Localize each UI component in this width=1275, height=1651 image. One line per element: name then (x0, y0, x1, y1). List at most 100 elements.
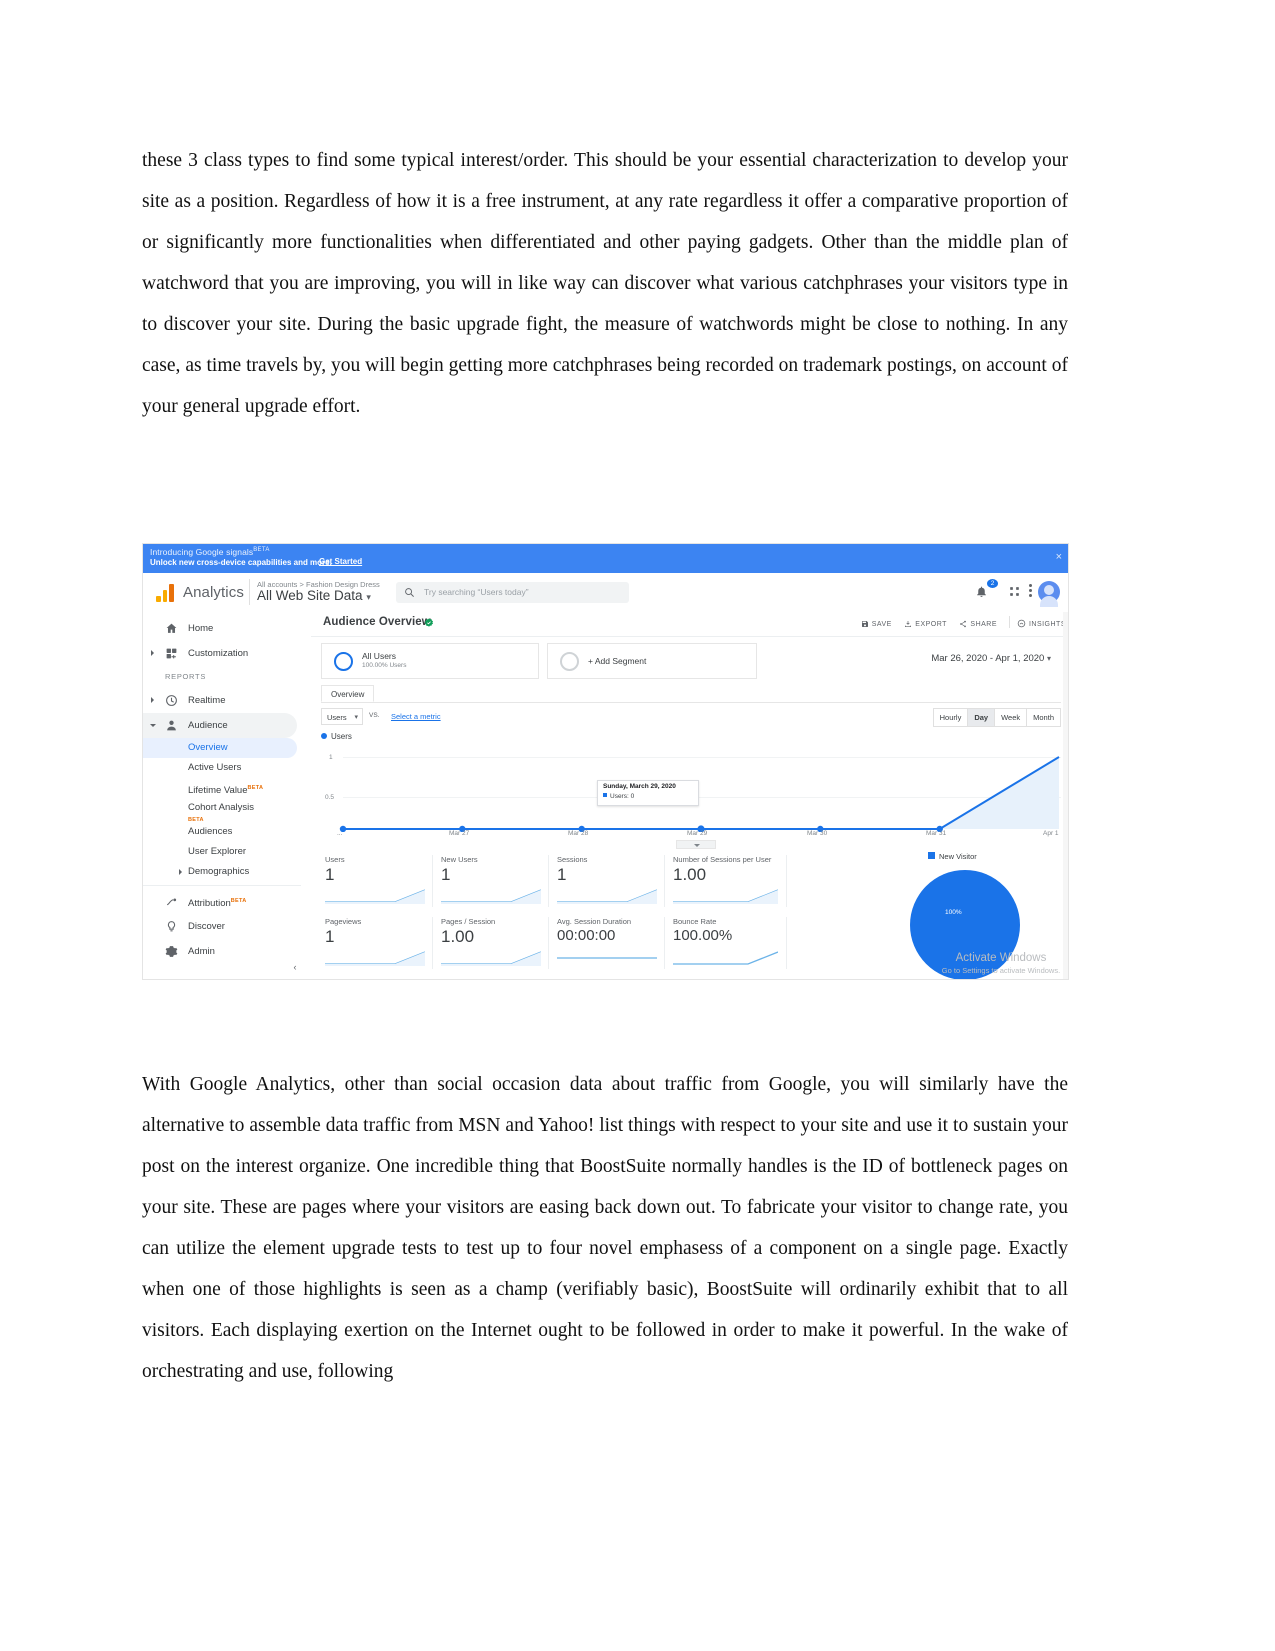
more-vert-icon[interactable] (1029, 584, 1032, 599)
legend-color-swatch (928, 852, 935, 859)
avatar[interactable] (1038, 581, 1060, 607)
sidebar-item-user-explorer[interactable]: User Explorer (143, 842, 311, 862)
tooltip-swatch (603, 793, 607, 797)
segment-all-users[interactable]: All Users 100.00% Users (321, 643, 539, 679)
sidebar: Home Customization REPORTS Realtime Audi… (143, 612, 312, 979)
home-icon (166, 623, 177, 633)
scrollbar[interactable] (1063, 612, 1068, 979)
sparkline (557, 957, 657, 959)
sidebar-item-label: Customization (188, 648, 249, 659)
sidebar-item-label: Home (188, 623, 214, 634)
x-tick-5: Mar 31 (926, 830, 947, 837)
promo-line1-text: Introducing Google signals (150, 547, 254, 557)
save-button[interactable]: SAVE (861, 620, 892, 628)
metric-value: 1 (325, 927, 335, 946)
metric-card-new-users[interactable]: New Users 1 (437, 855, 549, 907)
watermark-line1: Activate Windows (955, 952, 1047, 964)
x-tick-0: ... (337, 830, 343, 837)
new-vs-returning-pie-chart: New Visitor 100% (890, 852, 1060, 979)
chevron-right-icon (151, 650, 154, 656)
granularity-week[interactable]: Week (995, 709, 1028, 726)
granularity-hourly[interactable]: Hourly (934, 709, 969, 726)
sidebar-item-overview[interactable]: Overview (143, 738, 297, 758)
tab-overview[interactable]: Overview (321, 685, 375, 702)
sidebar-nav: Home Customization REPORTS Realtime Audi… (143, 612, 311, 964)
sidebar-item-active-users[interactable]: Active Users (143, 758, 311, 778)
gear-icon (165, 946, 178, 957)
share-icon (960, 620, 967, 628)
metric-value: 100.00% (673, 927, 733, 944)
metric-label: Pageviews (325, 917, 362, 926)
chart-zoom-handle[interactable] (676, 840, 716, 849)
bulb-icon (167, 921, 176, 932)
bell-icon[interactable]: 2 (975, 579, 999, 602)
sidebar-item-customization[interactable]: Customization (143, 641, 311, 666)
pie-slice-label: 100% (945, 909, 962, 916)
granularity-month[interactable]: Month (1027, 709, 1060, 726)
metric-card-sessions[interactable]: Sessions 1 (553, 855, 665, 907)
sidebar-item-lifetime-value[interactable]: Lifetime ValueBETA (143, 778, 311, 798)
sidebar-item-audience[interactable]: Audience (143, 713, 297, 738)
chart-tooltip: Sunday, March 29, 2020 Users: 0 (597, 780, 699, 806)
metric-card-users[interactable]: Users 1 (321, 855, 433, 907)
metric-controls: Users ▾ VS. Select a metric Hourly Day W… (321, 708, 1061, 727)
sidebar-item-realtime[interactable]: Realtime (143, 688, 311, 713)
metric-card-pageviews[interactable]: Pageviews 1 (321, 917, 433, 969)
document-page: these 3 class types to find some typical… (0, 0, 1275, 1651)
date-range-picker[interactable]: Mar 26, 2020 - Apr 1, 2020 ▾ (931, 653, 1051, 664)
sidebar-item-label: Admin (188, 946, 215, 957)
sparkline (673, 889, 778, 904)
google-analytics-screenshot: Introducing Google signalsBETA Unlock ne… (142, 543, 1069, 980)
promo-line1: Introducing Google signalsBETA (150, 547, 270, 557)
share-label: SHARE (970, 621, 998, 628)
chart-legend: Users (321, 732, 352, 741)
granularity-day[interactable]: Day (968, 709, 996, 726)
primary-metric-value: Users (327, 713, 347, 722)
sidebar-subitem-label: Lifetime Value (188, 785, 248, 797)
beta-badge: BETA (247, 785, 264, 791)
person-icon (167, 720, 176, 731)
beta-badge: BETA (230, 898, 247, 904)
product-name: Analytics (183, 584, 244, 601)
export-button[interactable]: EXPORT (904, 620, 947, 628)
sparkline (441, 951, 541, 966)
apps-grid-icon[interactable] (1008, 582, 1028, 602)
property-selector[interactable]: All Web Site Data ▾ (257, 588, 371, 603)
sidebar-item-demographics[interactable]: Demographics (143, 862, 311, 882)
insights-button[interactable]: INSIGHTS (1017, 619, 1066, 628)
metric-value: 1 (557, 865, 567, 884)
attribution-icon (166, 898, 177, 906)
metric-card-sessions-per-user[interactable]: Number of Sessions per User 1.00 (669, 855, 787, 907)
sidebar-item-discover[interactable]: Discover (143, 914, 311, 939)
sidebar-subitem-label: Overview (188, 742, 228, 753)
metric-value: 1.00 (441, 927, 475, 946)
verified-badge-icon (424, 618, 434, 627)
notification-count: 2 (987, 579, 999, 588)
get-started-link[interactable]: Get Started (319, 557, 362, 566)
chevron-down-icon: ▾ (1046, 654, 1051, 663)
sidebar-item-home[interactable]: Home (143, 616, 311, 641)
tooltip-metric-text: Users: 0 (610, 793, 635, 800)
close-icon[interactable]: × (1056, 552, 1062, 563)
add-segment-button[interactable]: + Add Segment (547, 643, 757, 679)
select-a-metric-link[interactable]: Select a metric (391, 712, 441, 721)
report-title-row: Audience Overview SAVE EXPORT SHARE INSI… (311, 612, 1068, 637)
x-tick-2: Mar 28 (568, 830, 589, 837)
report-actions: SAVE EXPORT SHARE INSIGHTS (851, 616, 1066, 628)
legend-color-swatch (321, 733, 327, 739)
sidebar-item-audiences[interactable]: Audiences (143, 822, 311, 842)
metric-card-pages-per-session[interactable]: Pages / Session 1.00 (437, 917, 549, 969)
metric-card-avg-session-duration[interactable]: Avg. Session Duration 00:00:00 (553, 917, 665, 969)
search-input[interactable]: Try searching “Users today” (396, 582, 629, 603)
primary-metric-select[interactable]: Users ▾ (321, 708, 363, 725)
paragraph-top: these 3 class types to find some typical… (142, 150, 1068, 417)
sidebar-subitem-label: User Explorer (188, 846, 247, 857)
metric-card-bounce-rate[interactable]: Bounce Rate 100.00% (669, 917, 787, 969)
watermark-line2: Go to Settings to activate Windows. (941, 966, 1061, 975)
sidebar-item-attribution[interactable]: AttributionBETA (143, 889, 311, 914)
sidebar-item-admin[interactable]: Admin (143, 939, 311, 964)
share-button[interactable]: SHARE (959, 620, 997, 628)
collapse-sidebar-button[interactable]: ‹ (287, 959, 303, 975)
sidebar-item-cohort-analysis[interactable]: Cohort Analysis BETA (143, 798, 311, 823)
sparkline (325, 951, 425, 966)
